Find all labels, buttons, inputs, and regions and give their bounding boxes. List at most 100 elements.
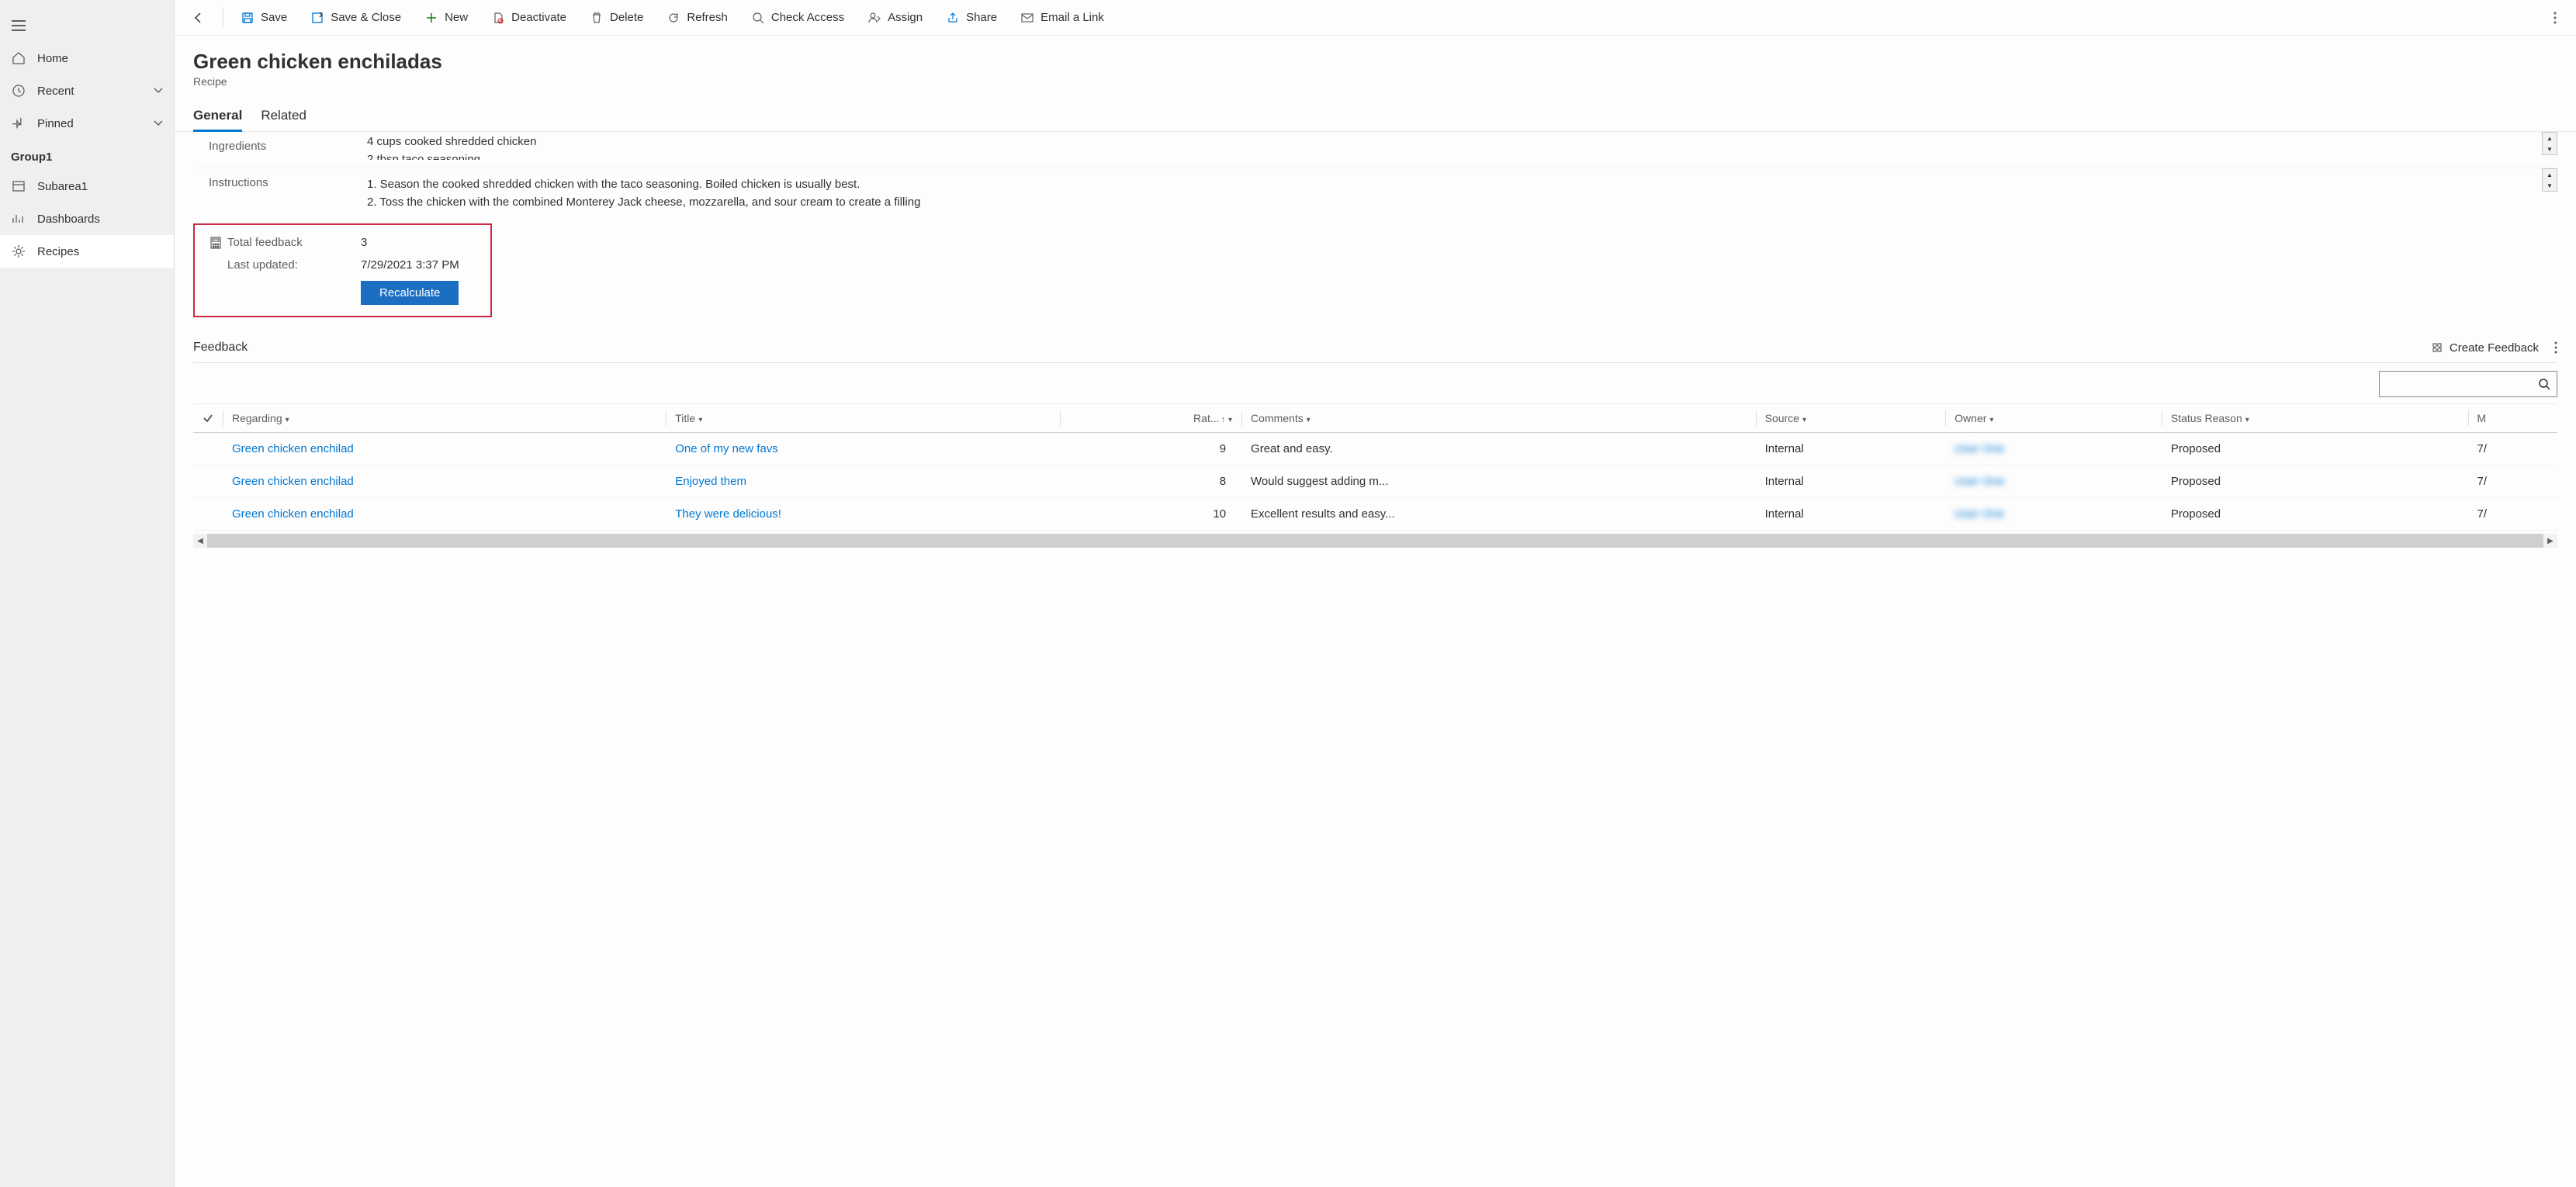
pin-icon: [11, 116, 26, 131]
refresh-icon: [667, 11, 680, 25]
field-value[interactable]: 4 cups cooked shredded chicken 2 tbsp ta…: [367, 133, 2542, 160]
sidebar-item-recipes[interactable]: Recipes: [0, 235, 174, 268]
page-title: Green chicken enchiladas: [193, 50, 2557, 74]
sidebar-item-label: Home: [37, 52, 68, 65]
field-value[interactable]: 1. Season the cooked shredded chicken wi…: [367, 176, 2542, 211]
button-label: Assign: [888, 11, 923, 24]
divider: [193, 362, 2557, 363]
search-input[interactable]: [2386, 378, 2538, 390]
spin-up-icon[interactable]: ▲: [2543, 133, 2557, 144]
cell-title[interactable]: Enjoyed them: [666, 465, 1060, 498]
cell-owner[interactable]: User One: [1945, 498, 2162, 531]
feedback-grid: Regarding▾ Title▾ Rat...↑▾ Comments▾ Sou…: [193, 403, 2557, 531]
hamburger-icon: [11, 18, 26, 33]
grid-search[interactable]: [2379, 371, 2557, 397]
tab-general[interactable]: General: [193, 102, 242, 131]
cell-regarding[interactable]: Green chicken enchilad: [223, 465, 666, 498]
gear-icon: [11, 244, 26, 259]
cell-m: 7/: [2468, 498, 2557, 531]
save-close-button[interactable]: Save & Close: [299, 0, 412, 36]
rollup-panel: Total feedback 3 Last updated: 7/29/2021…: [193, 223, 492, 317]
rollup-label: Last updated:: [210, 258, 350, 272]
col-m[interactable]: M: [2468, 404, 2557, 433]
scroll-left-icon[interactable]: ◀: [193, 537, 207, 545]
sidebar-item-label: Recent: [37, 85, 74, 98]
refresh-button[interactable]: Refresh: [656, 0, 739, 36]
delete-button[interactable]: Delete: [579, 0, 654, 36]
trash-icon: [590, 11, 604, 25]
spin-down-icon[interactable]: ▼: [2543, 144, 2557, 154]
sidebar-item-pinned[interactable]: Pinned: [0, 107, 174, 140]
rollup-updated: Last updated: 7/29/2021 3:37 PM: [195, 254, 490, 276]
button-label: Refresh: [687, 11, 728, 24]
deactivate-icon: [491, 11, 505, 25]
save-icon: [241, 11, 254, 25]
horizontal-scrollbar[interactable]: ◀ ▶: [193, 534, 2557, 548]
button-label: Save: [261, 11, 287, 24]
table-row[interactable]: Green chicken enchiladEnjoyed them8Would…: [193, 465, 2557, 498]
new-button[interactable]: New: [414, 0, 479, 36]
chevron-down-icon: [154, 88, 163, 94]
sidebar-item-dashboards[interactable]: Dashboards: [0, 202, 174, 235]
sidebar: Home Recent Pinned Group1 Subar: [0, 0, 175, 1187]
cell-status: Proposed: [2162, 498, 2468, 531]
chevron-down-icon: ▾: [1228, 416, 1232, 424]
col-owner[interactable]: Owner▾: [1945, 404, 2162, 433]
col-source[interactable]: Source▾: [1756, 404, 1946, 433]
col-rating[interactable]: Rat...↑▾: [1060, 404, 1241, 433]
col-title[interactable]: Title▾: [666, 404, 1060, 433]
row-selector[interactable]: [193, 498, 223, 531]
save-button[interactable]: Save: [230, 0, 298, 36]
cell-title[interactable]: They were delicious!: [666, 498, 1060, 531]
hamburger-button[interactable]: [0, 9, 174, 42]
home-icon: [11, 50, 26, 66]
col-status[interactable]: Status Reason▾: [2162, 404, 2468, 433]
main: Save Save & Close New Deactivate: [175, 0, 2576, 1187]
overflow-button[interactable]: [2540, 0, 2570, 36]
create-feedback-button[interactable]: Create Feedback: [2431, 341, 2539, 355]
col-comments[interactable]: Comments▾: [1241, 404, 1756, 433]
expand-control[interactable]: ▲ ▼: [2542, 168, 2557, 192]
button-label: Save & Close: [331, 11, 401, 24]
email-link-button[interactable]: Email a Link: [1009, 0, 1115, 36]
search-icon: [2538, 378, 2550, 390]
row-selector[interactable]: [193, 433, 223, 465]
spin-up-icon[interactable]: ▲: [2543, 169, 2557, 180]
cell-comments: Excellent results and easy...: [1241, 498, 1756, 531]
assign-button[interactable]: Assign: [857, 0, 933, 36]
cell-regarding[interactable]: Green chicken enchilad: [223, 498, 666, 531]
cell-comments: Great and easy.: [1241, 433, 1756, 465]
back-button[interactable]: [181, 0, 216, 36]
rollup-action-row: Recalculate: [195, 276, 490, 310]
check-access-button[interactable]: Check Access: [740, 0, 855, 36]
more-vertical-icon[interactable]: [2554, 341, 2557, 354]
scroll-track[interactable]: [207, 534, 2543, 548]
sidebar-item-recent[interactable]: Recent: [0, 74, 174, 107]
select-all-column[interactable]: [193, 404, 223, 433]
recalculate-button[interactable]: Recalculate: [361, 281, 459, 305]
spin-down-icon[interactable]: ▼: [2543, 180, 2557, 191]
share-button[interactable]: Share: [935, 0, 1008, 36]
table-row[interactable]: Green chicken enchiladOne of my new favs…: [193, 433, 2557, 465]
cell-owner[interactable]: User One: [1945, 465, 2162, 498]
sidebar-item-subarea1[interactable]: Subarea1: [0, 170, 174, 202]
cell-source: Internal: [1756, 433, 1946, 465]
table-row[interactable]: Green chicken enchiladThey were deliciou…: [193, 498, 2557, 531]
chevron-down-icon: ▾: [1989, 416, 1993, 424]
cell-owner[interactable]: User One: [1945, 433, 2162, 465]
puzzle-icon: [2431, 341, 2443, 354]
cell-regarding[interactable]: Green chicken enchilad: [223, 433, 666, 465]
check-access-icon: [751, 11, 765, 25]
chevron-down-icon: ▾: [2245, 416, 2249, 424]
scroll-right-icon[interactable]: ▶: [2543, 537, 2557, 545]
cell-title[interactable]: One of my new favs: [666, 433, 1060, 465]
row-selector[interactable]: [193, 465, 223, 498]
entity-name: Recipe: [193, 75, 2557, 88]
sidebar-item-home[interactable]: Home: [0, 42, 174, 74]
col-regarding[interactable]: Regarding▾: [223, 404, 666, 433]
expand-control[interactable]: ▲ ▼: [2542, 132, 2557, 155]
cell-rating: 10: [1060, 498, 1241, 531]
cell-source: Internal: [1756, 498, 1946, 531]
tab-related[interactable]: Related: [261, 102, 306, 131]
deactivate-button[interactable]: Deactivate: [480, 0, 577, 36]
